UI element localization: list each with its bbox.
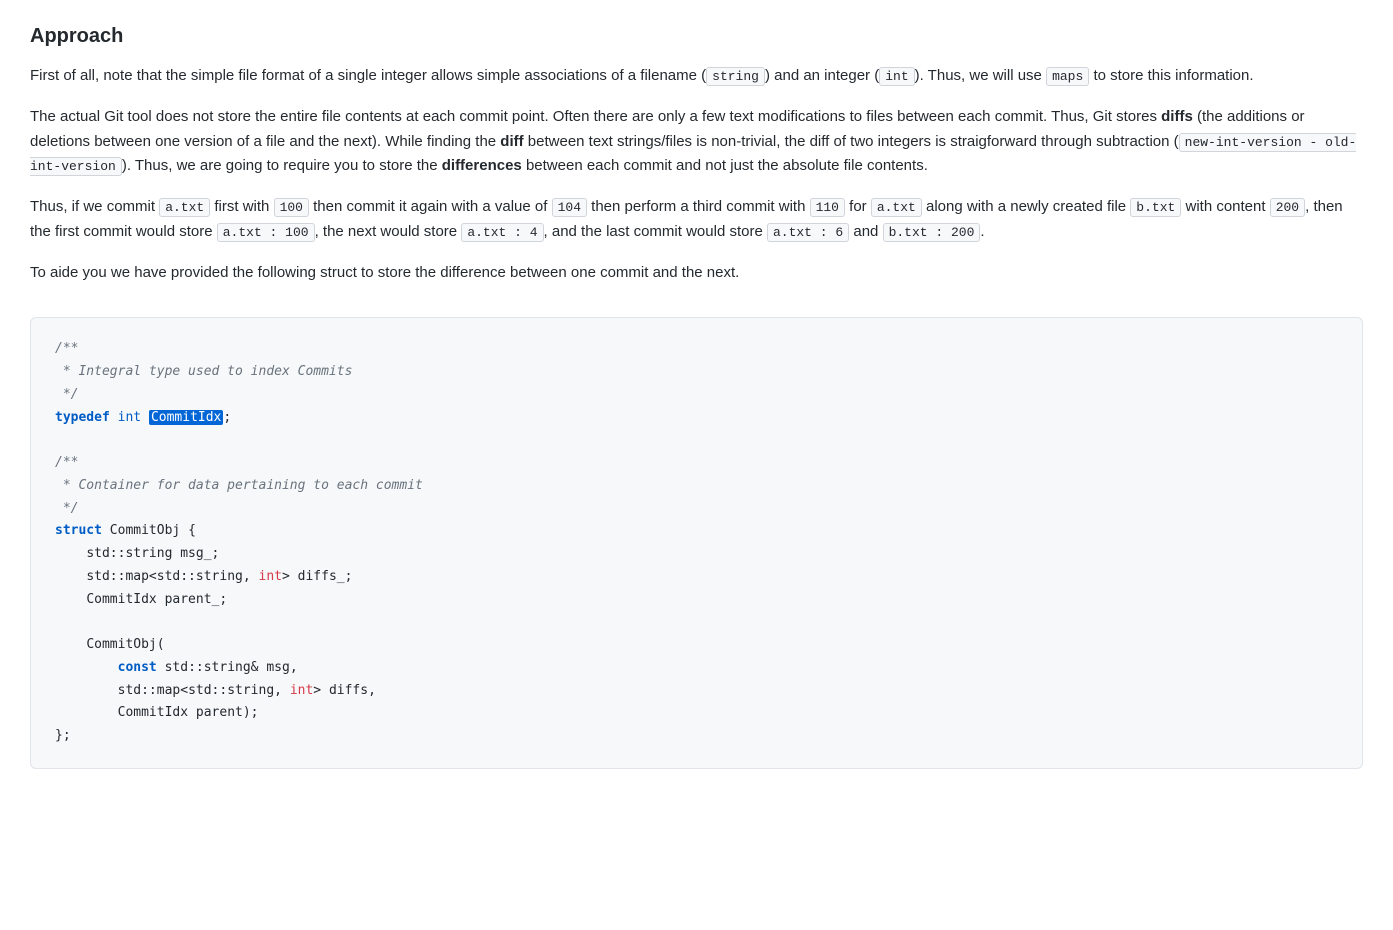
bold-diffs: diffs [1161,108,1193,125]
code-int: int [879,67,914,86]
code-atxt-1: a.txt [159,198,210,217]
code-atxt-2: a.txt [871,198,922,217]
member-diffs: std::map<std::string, int> diffs_; [86,569,352,584]
comment-2: /** * Container for data pertaining to e… [55,455,423,516]
code-scroll-area[interactable]: /** * Integral type used to index Commit… [30,301,1363,769]
code-block: /** * Integral type used to index Commit… [30,317,1363,769]
param-parent: CommitIdx parent); [118,705,259,720]
member-parent: CommitIdx parent_; [86,592,227,607]
code-container: /** * Integral type used to index Commit… [30,301,1363,769]
paragraph-2: The actual Git tool does not store the e… [30,105,1363,179]
param-diffs: std::map<std::string, int> diffs, [118,683,376,698]
highlight-commitidx: CommitIdx [149,410,223,425]
member-msg: std::string msg_; [86,546,219,561]
code-atxt-6: a.txt : 6 [767,223,849,242]
bold-diff: diff [500,133,523,150]
type-int-1: int [118,410,141,425]
keyword-const: const [118,660,157,675]
constructor-name: CommitObj( [86,637,164,652]
struct-name: CommitObj { [110,523,196,538]
code-maps: maps [1046,67,1089,86]
paragraph-4: To aide you we have provided the followi… [30,261,1363,286]
code-pre: /** * Integral type used to index Commit… [55,338,1338,748]
keyword-struct: struct [55,523,102,538]
code-atxt-4: a.txt : 4 [461,223,543,242]
param-msg: std::string& msg, [165,660,298,675]
code-formula: new-int-version - old-int-version [30,133,1356,177]
keyword-typedef: typedef [55,410,110,425]
comment-1: /** * Integral type used to index Commit… [55,341,352,402]
struct-close: }; [55,728,71,743]
paragraph-3: Thus, if we commit a.txt first with 100 … [30,195,1363,245]
code-btxt-1: b.txt [1130,198,1181,217]
code-atxt-100: a.txt : 100 [217,223,315,242]
code-104: 104 [552,198,587,217]
code-string: string [706,67,765,86]
code-200: 200 [1270,198,1305,217]
code-btxt-200: b.txt : 200 [883,223,981,242]
bold-differences: differences [442,157,522,174]
paragraph-1: First of all, note that the simple file … [30,64,1363,89]
code-110: 110 [810,198,845,217]
section-heading: Approach [30,20,1363,52]
code-100: 100 [274,198,309,217]
